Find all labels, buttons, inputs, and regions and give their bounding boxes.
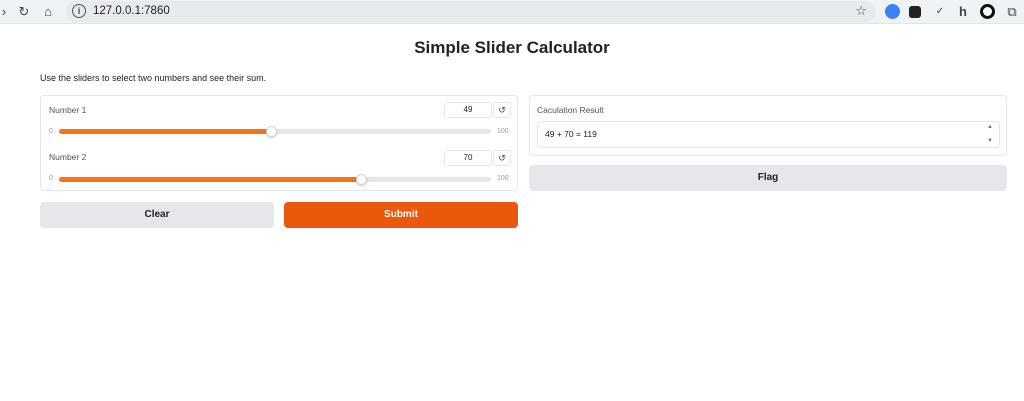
reset-icon[interactable]: ↺ bbox=[493, 150, 511, 166]
site-info-icon[interactable]: i bbox=[72, 4, 86, 18]
extension-icon[interactable] bbox=[885, 4, 900, 19]
slider-min: 0 bbox=[49, 128, 53, 135]
reset-icon[interactable]: ↺ bbox=[493, 102, 511, 118]
slider-thumb[interactable] bbox=[265, 126, 277, 137]
slider-panel: Number 1 49 ↺ 0 100 Number 2 70 ↺ 0 100 bbox=[40, 95, 518, 191]
page-description: Use the sliders to select two numbers an… bbox=[40, 73, 267, 83]
slider-track[interactable] bbox=[59, 126, 491, 137]
slider-fill bbox=[59, 177, 362, 182]
home-icon[interactable]: ⌂ bbox=[40, 4, 56, 20]
number-input[interactable]: 49 bbox=[444, 102, 492, 118]
slider-fill bbox=[59, 129, 271, 134]
slider-thumb[interactable] bbox=[356, 174, 368, 185]
extension-icon[interactable] bbox=[980, 4, 995, 19]
scroll-up-icon[interactable]: ▲ bbox=[987, 124, 993, 130]
extension-icon[interactable]: h bbox=[955, 4, 971, 20]
puzzle-icon[interactable]: ⧉ bbox=[1004, 4, 1020, 20]
extension-icon[interactable]: ✓ bbox=[932, 4, 948, 20]
result-textbox[interactable]: 49 + 70 = 119 ▲ ▼ bbox=[537, 121, 1000, 148]
address-bar[interactable]: i 127.0.0.1:7860 ☆ bbox=[66, 1, 876, 22]
page-title: Simple Slider Calculator bbox=[414, 38, 610, 57]
slider-max: 100 bbox=[497, 175, 509, 182]
slider-min: 0 bbox=[49, 175, 53, 182]
result-label: Caculation Result bbox=[537, 105, 604, 115]
number-input[interactable]: 70 bbox=[444, 150, 492, 166]
extension-icon[interactable] bbox=[909, 6, 921, 18]
result-value: 49 + 70 = 119 bbox=[545, 129, 597, 139]
scroll-down-icon[interactable]: ▼ bbox=[987, 138, 993, 144]
reload-icon[interactable]: ↻ bbox=[16, 4, 32, 20]
slider-track[interactable] bbox=[59, 174, 491, 185]
url-text: 127.0.0.1:7860 bbox=[93, 5, 170, 17]
clear-button[interactable]: Clear bbox=[40, 202, 274, 228]
flag-button[interactable]: Flag bbox=[529, 165, 1007, 191]
submit-button[interactable]: Submit bbox=[284, 202, 518, 228]
slider-label: Number 2 bbox=[49, 152, 87, 162]
browser-toolbar: › ↻ ⌂ i 127.0.0.1:7860 ☆ ✓ h ⧉ bbox=[0, 0, 1024, 24]
slider-max: 100 bbox=[497, 128, 509, 135]
forward-icon[interactable]: › bbox=[0, 4, 12, 20]
bookmark-star-icon[interactable]: ☆ bbox=[855, 3, 867, 19]
slider-label: Number 1 bbox=[49, 105, 87, 115]
